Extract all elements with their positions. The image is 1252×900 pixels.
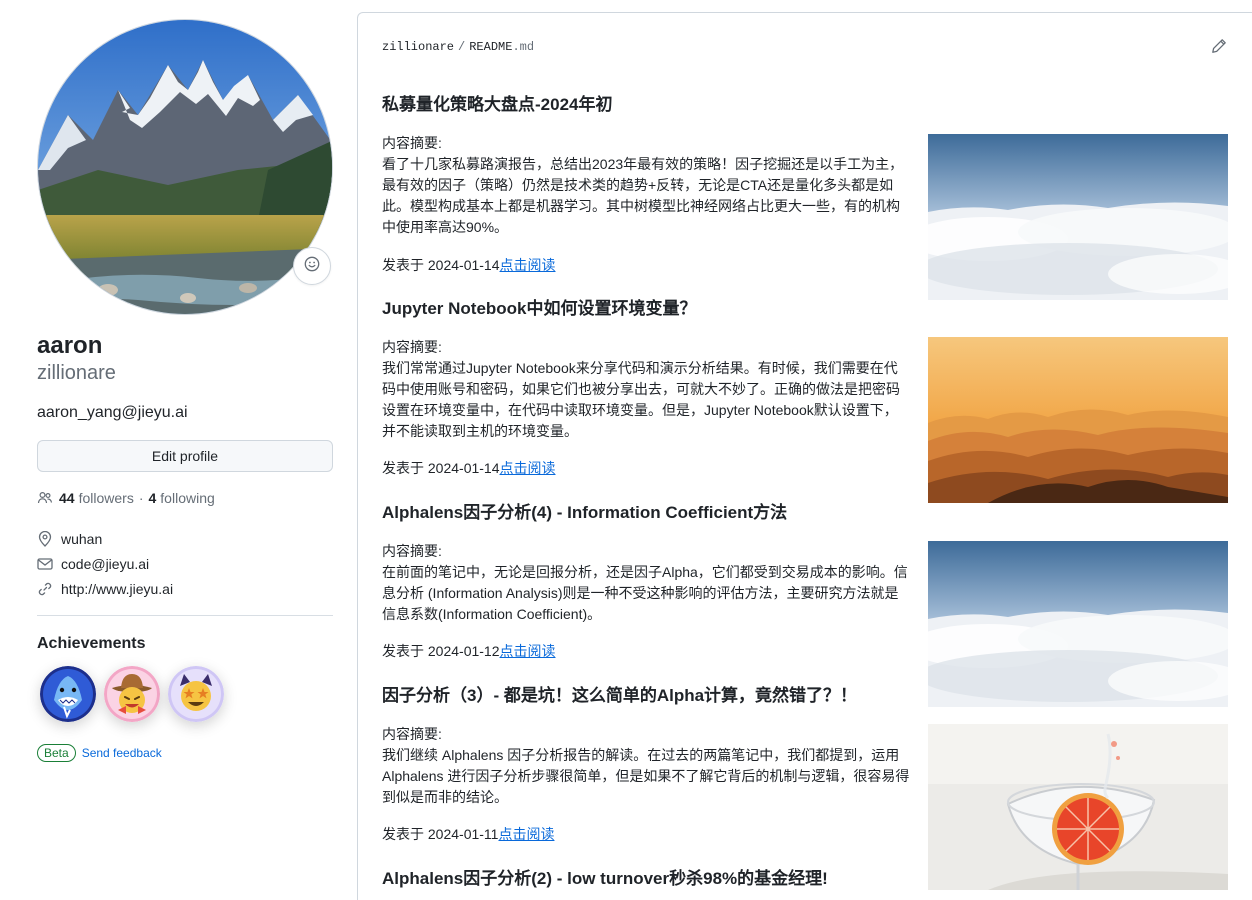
smiley-icon [304,256,320,277]
article-2: Jupyter Notebook中如何设置环境变量？ 内容摘要: 我们常常通过J… [382,298,1252,503]
location-item: wuhan [37,526,333,551]
read-more-link[interactable]: 点击阅读 [500,643,556,659]
set-status-button[interactable] [293,247,331,285]
shark-badge[interactable] [40,666,96,722]
published-date: 发表于 2024-01-14 [382,460,500,476]
email-link[interactable]: code@jieyu.ai [61,556,149,572]
edit-profile-button[interactable]: Edit profile [37,440,333,472]
summary-text: 我们继续 Alphalens 因子分析报告的解读。在过去的两篇笔记中，我们都提到… [382,747,910,805]
sea-of-clouds-image [928,541,1228,707]
article-title[interactable]: 私募量化策略大盘点-2024年初 [382,94,1252,116]
summary-label: 内容摘要: [382,726,442,742]
summary-text: 看了十几家私募路演报告，总结出2023年最有效的策略！因子挖掘还是以手工为主，最… [382,156,904,235]
path-separator: / [458,40,466,54]
star-struck-cat-badge[interactable] [168,666,224,722]
article-summary: 内容摘要: 在前面的笔记中，无论是回报分析，还是因子Alpha，它们都受到交易成… [382,541,910,625]
published-date: 发表于 2024-01-12 [382,643,500,659]
website-item: http://www.jieyu.ai [37,576,333,601]
location-text: wuhan [61,530,103,547]
people-icon [37,490,53,506]
achievements-title: Achievements [37,635,146,652]
grapefruit-cocktail-image [928,724,1228,890]
article-summary: 内容摘要: 我们常常通过Jupyter Notebook来分享代码和演示分析结果… [382,337,910,442]
cowboy-badge[interactable] [104,666,160,722]
achievements-feedback: Beta Send feedback [37,744,333,762]
article-4: 因子分析（3）- 都是坑！这么简单的Alpha计算，竟然错了？！ 内容摘要: 我… [382,685,1252,890]
beta-label: Beta [37,744,76,762]
published-date: 发表于 2024-01-14 [382,257,500,273]
article-meta: 发表于 2024-01-12点击阅读 [382,641,556,661]
follow-separator: · [138,490,144,506]
article-meta: 发表于 2024-01-11点击阅读 [382,824,554,844]
location-pin-icon [37,530,53,547]
summary-text: 在前面的笔记中，无论是回报分析，还是因子Alpha，它们都受到交易成本的影响。信… [382,564,908,622]
avatar[interactable] [37,19,333,315]
read-more-link[interactable]: 点击阅读 [498,826,554,842]
profile-bio: aaron_yang@jieyu.ai [37,404,188,421]
article-title[interactable]: 因子分析（3）- 都是坑！这么简单的Alpha计算，竟然错了？！ [382,685,1252,707]
article-3: Alphalens因子分析(4) - Information Coefficie… [382,502,1252,707]
website-link[interactable]: http://www.jieyu.ai [61,581,173,597]
readme-file-ext: .md [512,40,535,54]
link-icon [37,581,53,597]
avatar-wrap [37,19,333,315]
article-meta: 发表于 2024-01-14点击阅读 [382,458,556,478]
followers-link[interactable]: 44 followers [59,490,134,506]
article-summary: 内容摘要: 我们继续 Alphalens 因子分析报告的解读。在过去的两篇笔记中… [382,724,910,808]
following-link[interactable]: 4 following [149,490,215,506]
summary-label: 内容摘要: [382,339,442,355]
readme-path: zillionare / README.md [382,40,534,54]
send-feedback-link[interactable]: Send feedback [82,746,162,760]
sea-of-clouds-image [928,134,1228,300]
published-date: 发表于 2024-01-11 [382,826,499,842]
following-count: 4 [148,490,157,506]
readme-card: zillionare / README.md 私募量化策略大盘点-2024年初 内容… [357,12,1252,900]
article-summary: 内容摘要: 看了十几家私募路演报告，总结出2023年最有效的策略！因子挖掘还是以… [382,133,910,238]
follow-stats: 44 followers · 4 following [37,488,333,508]
followers-label: followers [78,490,134,506]
article-meta: 发表于 2024-01-14点击阅读 [382,255,556,275]
pencil-icon[interactable] [1211,38,1227,59]
read-more-link[interactable]: 点击阅读 [500,460,556,476]
profile-login: zillionare [37,362,116,384]
achievement-badges [37,666,333,722]
profile-sidebar: aaron zillionare aaron_yang@jieyu.ai Edi… [37,19,333,762]
summary-label: 内容摘要: [382,135,442,151]
profile-name: aaron [37,332,103,359]
following-label: following [160,490,215,506]
article-title[interactable]: Alphalens因子分析(4) - Information Coefficie… [382,502,1252,524]
article-1: 私募量化策略大盘点-2024年初 内容摘要: 看了十几家私募路演报告，总结出20… [382,94,1252,300]
article-title[interactable]: Alphalens因子分析(2) - low turnover秒杀98%的基金经… [382,868,1252,890]
readme-file-name: README [469,40,513,54]
email-item: code@jieyu.ai [37,551,333,576]
profile-details: wuhan code@jieyu.ai http://www.jieyu.ai [37,526,333,601]
article-5: Alphalens因子分析(2) - low turnover秒杀98%的基金经… [382,868,1252,890]
orange-mountains-image [928,337,1228,503]
sidebar-divider [37,615,333,616]
summary-label: 内容摘要: [382,543,442,559]
readme-owner-link[interactable]: zillionare [382,40,454,54]
read-more-link[interactable]: 点击阅读 [500,257,556,273]
summary-text: 我们常常通过Jupyter Notebook来分享代码和演示分析结果。有时候，我… [382,360,900,439]
followers-count: 44 [59,490,75,506]
mail-icon [37,557,53,571]
article-title[interactable]: Jupyter Notebook中如何设置环境变量？ [382,298,1252,320]
